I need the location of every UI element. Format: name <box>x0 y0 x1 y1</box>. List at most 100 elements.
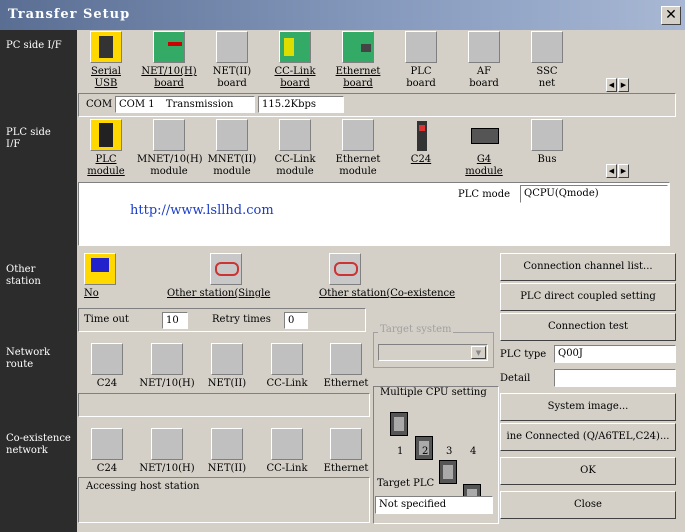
com-field[interactable]: COM 1 Transmission <box>115 96 255 113</box>
plc-direct-coupled-button[interactable]: PLC direct coupled setting <box>500 283 676 311</box>
com-label: COM <box>86 99 113 110</box>
coexistence-ethernet-icon <box>330 428 362 460</box>
plc-side-icon-row: PLC module MNET/10(H) module MNET(II) mo… <box>78 118 676 180</box>
coexistence-c24[interactable]: C24 <box>75 428 139 475</box>
no-station-icon <box>84 253 116 285</box>
chevron-down-icon[interactable]: ▼ <box>471 346 486 359</box>
line-connected-button[interactable]: ine Connected (Q/A6TEL,C24)... <box>500 423 676 451</box>
plc-side-plc-module[interactable]: PLC module <box>74 119 138 178</box>
plc-side-scroll-left-icon[interactable]: ◀ <box>606 164 617 178</box>
plc-side-mnet10h-module[interactable]: MNET/10(H) module <box>137 119 203 178</box>
coexistence-net-ii[interactable]: NET(II) <box>195 428 259 475</box>
net-ii-board-icon <box>216 31 248 63</box>
pc-side-ssc-label: SSC <box>536 66 558 77</box>
pc-side-net-ii-sub: board <box>217 78 247 89</box>
cpu-2-label: 2 <box>422 446 429 457</box>
timeout-label: Time out <box>84 314 129 325</box>
coexistence-cc-link[interactable]: CC-Link <box>255 428 319 475</box>
connection-channel-list-button[interactable]: Connection channel list... <box>500 253 676 281</box>
pc-side-ethernet-sub: board <box>343 78 373 89</box>
pc-side-cc-link-board[interactable]: CC-Link board <box>263 31 327 90</box>
ssc-net-icon <box>531 31 563 63</box>
transmission-label: Transmission <box>165 99 234 110</box>
plc-side-cc-link-module[interactable]: CC-Link module <box>263 119 327 178</box>
plc-mode-field[interactable]: QCPU(Qmode) <box>520 185 668 203</box>
pc-side-scroll-left-icon[interactable]: ◀ <box>606 78 617 92</box>
close-icon[interactable]: ✕ <box>661 6 681 25</box>
plc-side-bus[interactable]: Bus <box>515 119 579 166</box>
network-route-net-ii-label: NET(II) <box>207 378 247 389</box>
coexistence-cc-link-icon <box>271 428 303 460</box>
plc-side-ethernet-sub: module <box>339 166 377 177</box>
pc-side-serial-usb[interactable]: Serial USB <box>74 31 138 90</box>
window-title: Transfer Setup <box>8 7 131 22</box>
pc-side-af-board[interactable]: AF board <box>452 31 516 90</box>
detail-label: Detail <box>500 373 531 384</box>
other-station-no[interactable]: No <box>84 253 116 300</box>
pc-side-cc-link-sub: board <box>280 78 310 89</box>
cpu-3-icon[interactable] <box>439 460 457 484</box>
pc-side-ethernet-board[interactable]: Ethernet board <box>326 31 390 90</box>
c24-icon <box>405 119 437 151</box>
connection-test-button[interactable]: Connection test <box>500 313 676 341</box>
target-plc-field[interactable]: Not specified <box>375 496 493 514</box>
net10h-board-icon <box>153 31 185 63</box>
ethernet-module-icon <box>342 119 374 151</box>
network-route-ethernet[interactable]: Ethernet <box>314 343 378 390</box>
transmission-speed-field[interactable]: 115.2Kbps <box>258 96 344 113</box>
retry-field[interactable]: 0 <box>284 312 308 329</box>
system-image-button[interactable]: System image... <box>500 393 676 421</box>
sidebar-label-pc-side: PC side I/F <box>6 40 62 51</box>
website-link[interactable]: http://www.lsllhd.com <box>130 203 274 218</box>
sidebar-label-plc-side: PLC side I/F <box>6 127 51 147</box>
coexistence-net-ii-icon <box>211 428 243 460</box>
network-route-net10h[interactable]: NET/10(H) <box>135 343 199 390</box>
sidebar-label-coexistence: Co-existence network <box>6 433 71 456</box>
other-station-no-label: No <box>84 288 99 299</box>
other-station-coexist-icon <box>329 253 361 285</box>
coexistence-net10h-icon <box>151 428 183 460</box>
other-station-coexist[interactable]: Other station(Co-existence <box>319 253 455 300</box>
coexistence-ethernet[interactable]: Ethernet <box>314 428 378 475</box>
network-route-ethernet-label: Ethernet <box>323 378 369 389</box>
cpu-1-icon[interactable] <box>390 412 408 436</box>
plc-side-scroll-right-icon[interactable]: ▶ <box>618 164 629 178</box>
pc-side-ethernet-label: Ethernet <box>335 66 381 77</box>
network-route-net10h-icon <box>151 343 183 375</box>
coexistence-status-text: Accessing host station <box>86 481 200 492</box>
plc-side-c24[interactable]: C24 <box>389 119 453 166</box>
network-route-row: C24 NET/10(H) NET(II) CC-Link Ethernet <box>78 340 370 392</box>
plc-side-g4-label: G4 <box>476 154 492 165</box>
plc-type-field[interactable]: Q00J <box>554 345 676 363</box>
pc-side-af-sub: board <box>469 78 499 89</box>
coexistence-ethernet-label: Ethernet <box>323 463 369 474</box>
g4-module-icon <box>468 119 500 151</box>
network-route-c24[interactable]: C24 <box>75 343 139 390</box>
network-route-cc-link[interactable]: CC-Link <box>255 343 319 390</box>
coexistence-net10h[interactable]: NET/10(H) <box>135 428 199 475</box>
plc-side-mnet-ii-module[interactable]: MNET(II) module <box>200 119 264 178</box>
network-route-c24-label: C24 <box>96 378 118 389</box>
other-station-row: No Other station(Single Other station(Co… <box>78 250 496 306</box>
close-button[interactable]: Close <box>500 491 676 519</box>
plc-side-mnet-ii-label: MNET(II) <box>207 154 257 165</box>
pc-side-ssc-net[interactable]: SSC net <box>515 31 579 90</box>
timeout-field[interactable]: 10 <box>162 312 188 329</box>
coexistence-net10h-label: NET/10(H) <box>139 463 195 474</box>
plc-type-label: PLC type <box>500 349 547 360</box>
other-station-coexist-label: Other station(Co-existence <box>319 288 456 299</box>
network-route-net-ii[interactable]: NET(II) <box>195 343 259 390</box>
plc-side-ethernet-module[interactable]: Ethernet module <box>326 119 390 178</box>
pc-side-net-ii-board[interactable]: NET(II) board <box>200 31 264 90</box>
plc-side-ethernet-label: Ethernet <box>335 154 381 165</box>
pc-side-plc-board[interactable]: PLC board <box>389 31 453 90</box>
detail-field[interactable] <box>554 369 676 387</box>
network-route-cc-link-icon <box>271 343 303 375</box>
pc-side-scroll-right-icon[interactable]: ▶ <box>618 78 629 92</box>
plc-side-g4-module[interactable]: G4 module <box>452 119 516 178</box>
target-plc-label: Target PLC <box>377 478 435 489</box>
pc-side-net10h-board[interactable]: NET/10(H) board <box>137 31 201 90</box>
other-station-single[interactable]: Other station(Single <box>167 253 270 300</box>
ok-button[interactable]: OK <box>500 457 676 485</box>
network-route-net10h-label: NET/10(H) <box>139 378 195 389</box>
